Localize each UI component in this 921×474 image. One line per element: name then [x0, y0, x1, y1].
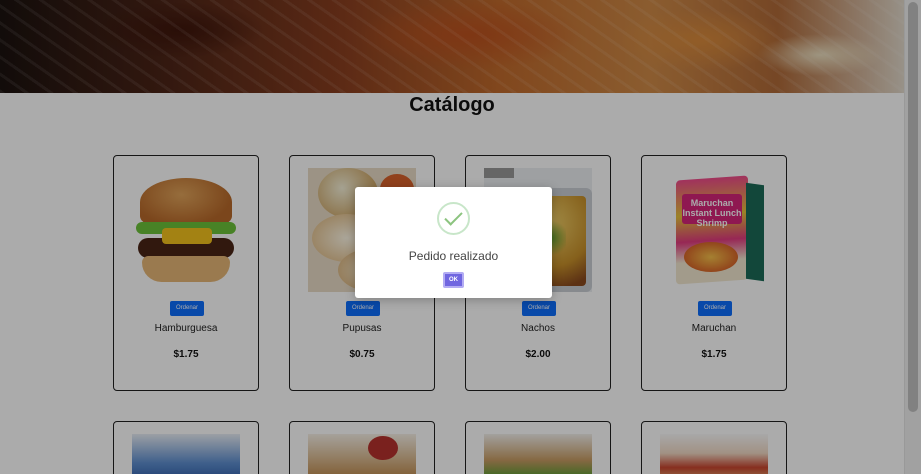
- order-success-dialog: Pedido realizado OK: [355, 187, 552, 298]
- ok-button[interactable]: OK: [443, 272, 464, 288]
- success-check-icon: [437, 202, 470, 235]
- dialog-title: Pedido realizado: [408, 249, 499, 263]
